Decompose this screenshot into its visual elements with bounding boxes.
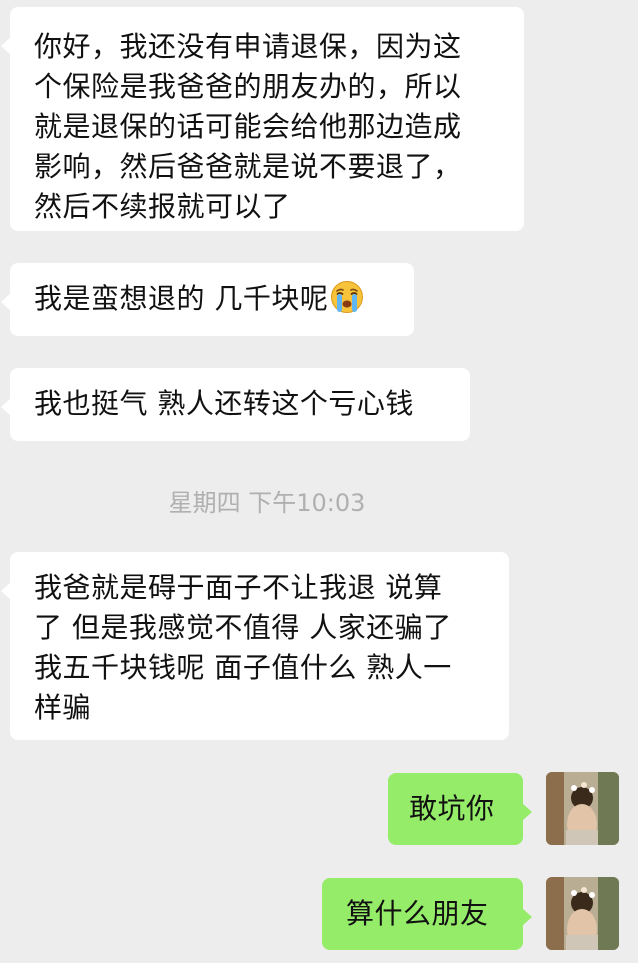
message-line: 敢坑你 <box>409 792 495 825</box>
user-avatar[interactable] <box>546 877 619 950</box>
message-line: 我爸就是碍于面子不让我退 说算 <box>34 571 443 604</box>
message-line: 我五千块钱呢 面子值什么 熟人一 <box>34 651 452 684</box>
message-bubble-5[interactable]: 敢坑你 <box>388 773 532 845</box>
message-line: 就是退保的话可能会给他那边造成 <box>34 110 462 143</box>
avatar-photo-icon <box>546 772 619 845</box>
message-line: 我是蛮想退的 几千块呢 <box>34 279 414 319</box>
message-bubble-1[interactable]: 你好，我还没有申请退保，因为这 个保险是我爸爸的朋友办的，所以 就是退保的话可能… <box>1 7 524 231</box>
message-line: 算什么朋友 <box>346 897 489 930</box>
user-avatar[interactable] <box>546 772 619 845</box>
message-line: 我也挺气 熟人还转这个亏心钱 <box>34 387 414 420</box>
message-timestamp: 星期四 下午10:03 <box>168 489 366 517</box>
avatar-photo-icon <box>546 877 619 950</box>
message-line: 样骗 <box>34 691 92 724</box>
message-bubble-4[interactable]: 我爸就是碍于面子不让我退 说算 了 但是我感觉不值得 人家还骗了 我五千块钱呢 … <box>1 552 509 740</box>
message-text: 我是蛮想退的 几千块呢 <box>34 282 329 315</box>
message-line: 你好，我还没有申请退保，因为这 <box>34 30 462 63</box>
message-line: 然后不续报就可以了 <box>34 190 291 223</box>
message-bubble-3[interactable]: 我也挺气 熟人还转这个亏心钱 <box>1 368 470 441</box>
message-line: 影响，然后爸爸就是说不要退了， <box>34 150 462 183</box>
message-bubble-6[interactable]: 算什么朋友 <box>322 878 532 950</box>
message-line: 了 但是我感觉不值得 人家还骗了 <box>34 611 452 644</box>
crying-face-emoji-icon <box>331 281 364 313</box>
message-line: 个保险是我爸爸的朋友办的，所以 <box>34 70 462 103</box>
message-bubble-2[interactable]: 我是蛮想退的 几千块呢 <box>1 263 414 336</box>
